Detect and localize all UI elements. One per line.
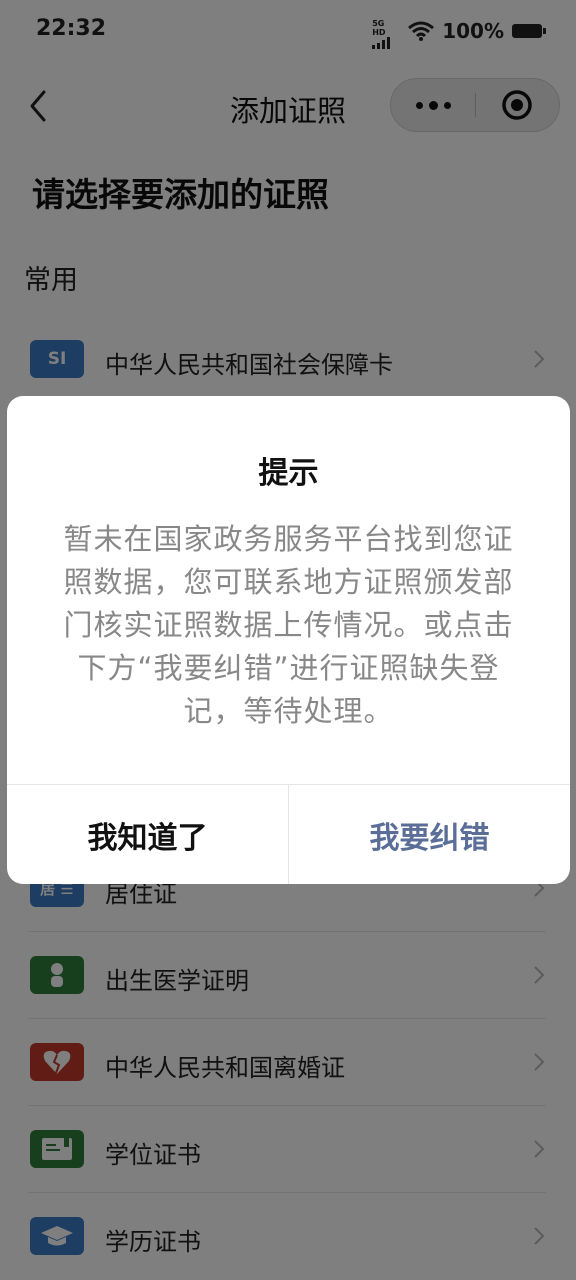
dialog-footer: 我知道了 我要纠错 bbox=[7, 784, 570, 884]
alert-dialog: 提示 暂未在国家政务服务平台找到您证照数据，您可联系地方证照颁发部门核实证照数据… bbox=[7, 396, 570, 884]
report-error-button[interactable]: 我要纠错 bbox=[289, 785, 570, 884]
dialog-title: 提示 bbox=[258, 456, 319, 491]
confirm-button[interactable]: 我知道了 bbox=[7, 785, 288, 884]
dialog-message: 暂未在国家政务服务平台找到您证照数据，您可联系地方证照颁发部门核实证照数据上传情… bbox=[63, 522, 514, 728]
